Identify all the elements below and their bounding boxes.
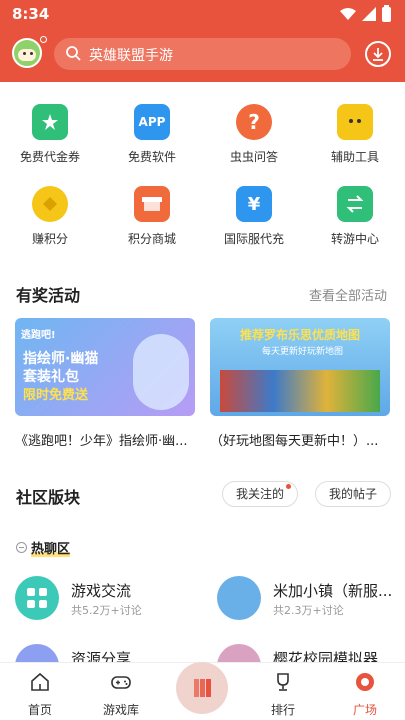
hot-section-header[interactable]: 热聊区: [16, 538, 71, 557]
app-icon: APP: [134, 104, 170, 140]
grid-item-voucher[interactable]: 免费代金券: [0, 100, 100, 166]
cards-icon: [194, 679, 211, 697]
banner-line-3: 限时免费送: [23, 388, 89, 403]
community-item[interactable]: 游戏交流 共5.2万+讨论: [15, 576, 205, 626]
collapse-icon: [16, 542, 27, 553]
grid-label: 转游中心: [330, 232, 379, 246]
tab-following[interactable]: 我关注的: [222, 481, 298, 507]
tab-my-posts[interactable]: 我的帖子: [315, 481, 391, 507]
search-input[interactable]: 英雄联盟手游: [54, 38, 351, 70]
star-icon: [42, 114, 58, 130]
community-name: 樱花校园模拟器: [273, 650, 379, 662]
tab-my-posts-label: 我的帖子: [328, 487, 377, 501]
grid-label: 赚积分: [31, 232, 68, 246]
banner-line-1: 推荐罗布乐思优质地图: [240, 328, 361, 342]
banner-logo: 逃跑吧!: [21, 330, 56, 341]
gamepad-icon: [111, 676, 131, 689]
voucher-icon: [32, 104, 68, 140]
store-icon: [142, 197, 162, 211]
signal-icon: [362, 7, 376, 21]
grid-item-tools[interactable]: 辅助工具: [305, 100, 405, 166]
grid-label: 免费软件: [127, 150, 176, 164]
center-action-button[interactable]: [176, 662, 228, 714]
grid-item-qa[interactable]: ? 虫虫问答: [204, 100, 304, 166]
home-icon: [31, 672, 49, 691]
avatar-eye-right: [30, 52, 33, 55]
status-bar: 8:34: [0, 0, 405, 28]
search-placeholder: 英雄联盟手游: [89, 48, 173, 64]
download-icon[interactable]: [365, 41, 391, 67]
community-avatar: [15, 644, 59, 662]
grid-item-intl-topup[interactable]: ¥ 国际服代充: [204, 182, 304, 248]
bee-eyes-icon: [349, 119, 361, 123]
community-name: 游戏交流: [71, 582, 132, 600]
nav-label: 广场: [352, 703, 377, 717]
status-time: 8:34: [12, 5, 50, 23]
notification-dot: [40, 36, 47, 43]
community-item[interactable]: 资源分享: [15, 644, 205, 662]
plaza-icon: [356, 673, 374, 691]
activities-title: 有奖活动: [16, 286, 81, 305]
hot-section-label: 热聊区: [31, 538, 71, 557]
see-all-activities-link[interactable]: 查看全部活动: [309, 285, 387, 304]
community-title: 社区版块: [16, 488, 81, 507]
grid-label: 免费代金券: [19, 150, 80, 164]
grid-item-earn-points[interactable]: 赚积分: [0, 182, 100, 248]
community-name: 米加小镇（新服...: [273, 582, 393, 600]
activity-caption[interactable]: 《逃跑吧！少年》指绘师·幽...: [15, 430, 195, 449]
grid-item-points-mall[interactable]: 积分商城: [102, 182, 202, 248]
diamond-icon: [43, 197, 57, 211]
banner-line-2: 每天更新好玩新地图: [262, 347, 344, 357]
transfer-icon: [337, 186, 373, 222]
activity-caption[interactable]: （好玩地图每天更新中！）...: [210, 430, 390, 449]
community-avatar: [217, 644, 261, 662]
yuan-icon: ¥: [236, 186, 272, 222]
grid-item-transfer[interactable]: 转游中心: [305, 182, 405, 248]
download-arrow-icon: [373, 48, 383, 61]
tab-following-label: 我关注的: [235, 487, 284, 501]
community-meta: 共5.2万+讨论: [71, 604, 142, 617]
coin-icon: [32, 186, 68, 222]
trophy-icon: [277, 673, 289, 691]
wifi-icon: [340, 7, 356, 20]
grid-label: 积分商城: [127, 232, 176, 246]
search-icon: [66, 46, 81, 61]
grid-item-free-software[interactable]: APP 免费软件: [102, 100, 202, 166]
nav-game-library[interactable]: 游戏库: [86, 663, 156, 720]
nav-plaza[interactable]: 广场: [330, 663, 400, 720]
banner-line-2: 套装礼包: [23, 369, 79, 385]
roblox-characters-image: [220, 370, 380, 412]
nav-label: 游戏库: [102, 703, 139, 717]
activity-banner-2[interactable]: 推荐罗布乐思优质地图 每天更新好玩新地图: [210, 318, 390, 416]
community-name: 资源分享: [71, 650, 132, 662]
grid-apps-icon: [15, 576, 59, 620]
arrows-icon: [346, 195, 364, 213]
grid-label: 辅助工具: [330, 150, 379, 164]
nav-home[interactable]: 首页: [5, 663, 75, 720]
nav-label: 排行: [270, 703, 295, 717]
status-icons: [340, 4, 391, 22]
banner-line-1: 指绘师·幽猫: [23, 351, 99, 367]
avatar-eye-left: [23, 52, 26, 55]
character-image: [133, 334, 189, 410]
grid-label: 虫虫问答: [229, 150, 278, 164]
top-header: 8:34 英雄联盟手游: [0, 0, 405, 82]
community-avatar: [217, 576, 261, 620]
nav-ranking[interactable]: 排行: [248, 663, 318, 720]
nav-label: 首页: [27, 703, 52, 717]
bee-icon: [337, 104, 373, 140]
new-dot: [286, 484, 291, 489]
shop-icon: [134, 186, 170, 222]
tiles-icon: [27, 588, 47, 608]
user-avatar[interactable]: [12, 38, 42, 68]
community-item[interactable]: 米加小镇（新服... 共2.3万+讨论: [217, 576, 405, 626]
community-meta: 共2.3万+讨论: [273, 604, 344, 617]
question-icon: ?: [236, 104, 272, 140]
community-item[interactable]: 樱花校园模拟器: [217, 644, 405, 662]
battery-icon: [382, 4, 391, 22]
avatar-face: [18, 49, 36, 61]
grid-label: 国际服代充: [223, 232, 284, 246]
activity-banner-1[interactable]: 逃跑吧! 指绘师·幽猫 套装礼包 限时免费送: [15, 318, 195, 416]
